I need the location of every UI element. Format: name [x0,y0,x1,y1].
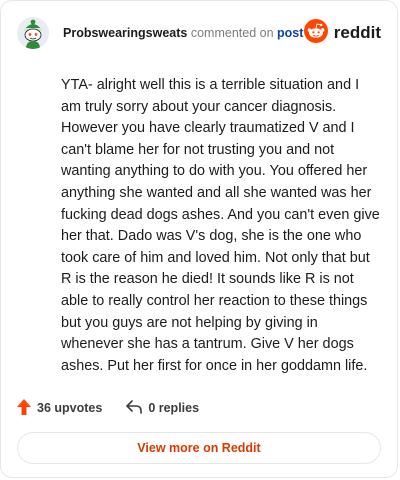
snoo-avatar-icon[interactable] [17,17,49,49]
post-link[interactable]: post [277,26,303,40]
reply-count: 0 replies [148,401,200,415]
reply-action[interactable]: 0 replies [126,399,200,417]
username-link[interactable]: Probswearingsweats [63,26,187,40]
view-more-on-reddit-button[interactable]: View more on Reddit [17,432,381,464]
upvote-arrow-icon[interactable] [17,398,31,418]
upvote-action[interactable]: 36 upvotes [17,398,103,418]
comment-header: Probswearingsweats commented on post red… [17,17,381,49]
reddit-brand[interactable]: reddit [303,18,381,48]
reddit-comment-card: Probswearingsweats commented on post red… [0,0,398,478]
reddit-logo-icon [303,18,328,48]
comment-actions: 36 upvotes 0 replies [17,397,199,419]
comment-body: YTA- alright well this is a terrible sit… [61,77,380,374]
reply-arrow-icon[interactable] [126,399,143,417]
upvote-count: 36 upvotes [37,401,103,415]
comment-meta: Probswearingsweats commented on post [63,26,304,40]
commented-on-text: commented on [190,26,274,40]
reddit-wordmark: reddit [333,23,381,42]
